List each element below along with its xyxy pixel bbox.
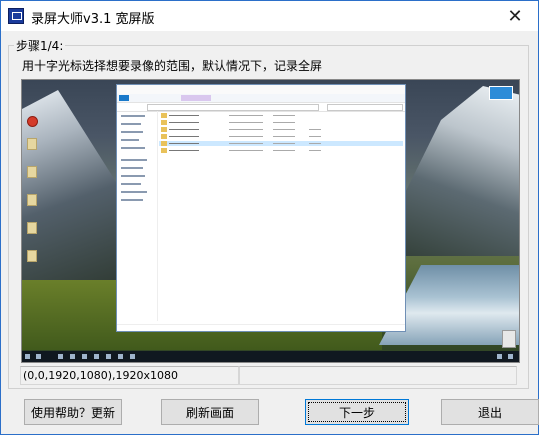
nav-item: [121, 175, 145, 177]
taskbar-icon: [82, 354, 87, 359]
list-item: [159, 134, 403, 139]
next-button[interactable]: 下一步: [305, 399, 409, 425]
window-title: 录屏大师v3.1 宽屏版: [31, 12, 155, 27]
explorer-file-list: [159, 113, 403, 323]
address-box: [147, 104, 319, 111]
instruction-text: 用十字光标选择想要录像的范围，默认情况下，记录全屏: [22, 59, 323, 73]
desktop-taskbar: [22, 351, 519, 362]
taskbar-icon: [118, 354, 123, 359]
screen-preview[interactable]: [21, 79, 520, 363]
nav-item: [121, 199, 143, 201]
status-bar: (0,0,1920,1080),1920x1080: [20, 366, 520, 385]
desktop-icon: [27, 116, 38, 127]
app-icon: [8, 8, 24, 24]
taskbar-icon: [130, 354, 135, 359]
taskbar-icon: [58, 354, 63, 359]
list-item: [159, 113, 403, 118]
explorer-window-thumbnail: [116, 84, 406, 332]
explorer-nav-pane: [117, 111, 158, 321]
nav-item: [121, 123, 141, 125]
taskbar-icon: [94, 354, 99, 359]
nav-item: [121, 115, 145, 117]
nav-item: [121, 183, 141, 185]
help-update-button[interactable]: 使用帮助？更新: [24, 399, 122, 425]
list-item: [159, 120, 403, 125]
desktop-icon: [27, 194, 37, 206]
title-bar[interactable]: 录屏大师v3.1 宽屏版 ✕: [1, 1, 538, 31]
nav-item: [121, 139, 139, 141]
desktop-icon: [27, 166, 37, 178]
nav-item: [121, 131, 143, 133]
region-readout: (0,0,1920,1080),1920x1080: [20, 366, 239, 385]
desktop-badge-icon: [489, 86, 513, 100]
nav-item: [121, 191, 147, 193]
file-tab-icon: [119, 95, 129, 101]
manage-tab-icon: [181, 95, 211, 101]
taskbar-icon: [106, 354, 111, 359]
nav-item: [121, 167, 143, 169]
desktop-icon: [27, 138, 37, 150]
refresh-button[interactable]: 刷新画面: [161, 399, 259, 425]
tray-icon: [508, 354, 513, 359]
list-item: [159, 127, 403, 132]
explorer-statusbar: [117, 324, 405, 331]
tray-icon: [497, 354, 502, 359]
step-label: 步骤1/4:: [14, 37, 66, 54]
close-icon: ✕: [507, 5, 523, 27]
taskbar-icon: [70, 354, 75, 359]
exit-button[interactable]: 退出: [441, 399, 539, 425]
desktop-tray-icon: [502, 330, 516, 348]
list-item: [159, 148, 403, 153]
close-button[interactable]: ✕: [492, 1, 538, 31]
desktop-icon: [27, 250, 37, 262]
start-icon: [25, 354, 30, 359]
taskbar-icon: [36, 354, 41, 359]
search-box: [327, 104, 403, 111]
nav-item: [121, 147, 145, 149]
list-item-selected: [159, 141, 403, 146]
nav-item: [121, 159, 147, 161]
explorer-addressbar: [117, 102, 405, 112]
status-panel: [239, 366, 517, 385]
desktop-icon: [27, 222, 37, 234]
